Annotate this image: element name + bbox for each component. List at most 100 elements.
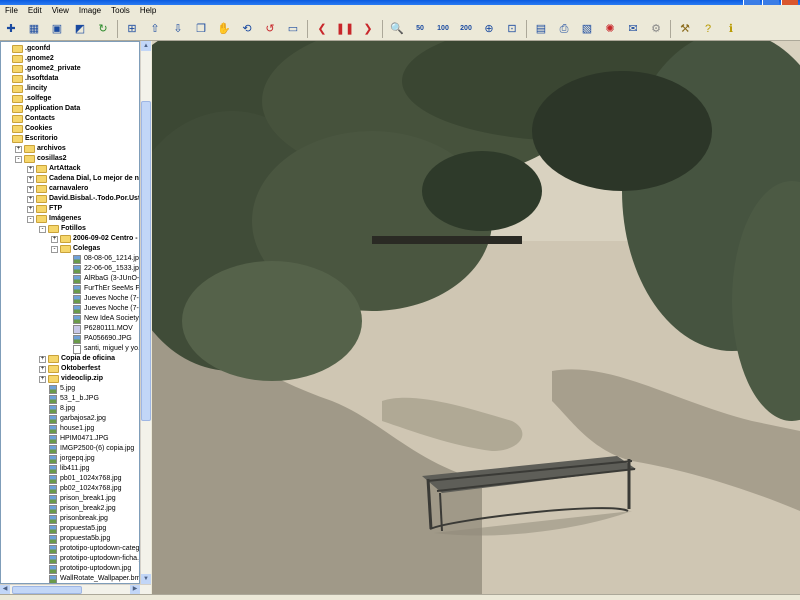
scroll-thumb[interactable] xyxy=(12,586,82,594)
menu-view[interactable]: View xyxy=(47,5,74,17)
thumbnails-icon[interactable]: ▦ xyxy=(25,20,43,38)
tree-folder-item[interactable]: .solfege xyxy=(3,94,51,104)
down-arrow-icon[interactable]: ⇩ xyxy=(169,20,187,38)
menu-edit[interactable]: Edit xyxy=(23,5,47,17)
tree-file-item[interactable]: PA056690.JPG xyxy=(63,334,132,344)
refresh-icon[interactable]: ↻ xyxy=(94,20,112,38)
tree-folder-item[interactable]: + Cadena Dial, Lo mejor de nu xyxy=(27,174,139,184)
settings-icon[interactable]: ✺ xyxy=(601,20,619,38)
tree-file-item[interactable]: AlRbaG (3-JUnO-20 xyxy=(63,274,139,284)
expand-icon[interactable]: + xyxy=(27,165,34,173)
scroll-down-arrow-icon[interactable]: ▼ xyxy=(141,574,151,584)
tree-folder-item[interactable]: + carnavalero xyxy=(27,184,88,194)
tree-file-item[interactable]: santi, miguel y yo.bi xyxy=(63,344,139,354)
tree-folder-item[interactable]: .hsoftdata xyxy=(3,74,58,84)
tree-folder-item[interactable]: Cookies xyxy=(3,124,52,134)
zoom-50-button[interactable]: 50 xyxy=(411,20,429,38)
hand-icon[interactable]: ✋ xyxy=(215,20,233,38)
crop-icon[interactable]: ▭ xyxy=(284,20,302,38)
expand-icon[interactable]: + xyxy=(27,185,34,193)
tree-folder-item[interactable]: .gnome2_private xyxy=(3,64,81,74)
previous-icon[interactable]: ❮ xyxy=(313,20,331,38)
tree-file-item[interactable]: 53_1_b.JPG xyxy=(39,394,99,404)
tree-file-item[interactable]: 22-06-06_1533.jpg xyxy=(63,264,139,274)
collapse-icon[interactable]: - xyxy=(27,215,34,223)
next-icon[interactable]: ❯ xyxy=(359,20,377,38)
fit-window-icon[interactable]: ⊡ xyxy=(503,20,521,38)
zoom-in-icon[interactable]: ⊕ xyxy=(480,20,498,38)
reload-icon[interactable]: ↺ xyxy=(261,20,279,38)
collapse-icon[interactable]: - xyxy=(39,225,46,233)
menu-image[interactable]: Image xyxy=(74,5,106,17)
tree-horizontal-scrollbar[interactable]: ◀ ▶ xyxy=(0,584,151,594)
tree-vertical-scrollbar[interactable]: ▲ ▼ xyxy=(140,41,151,584)
tree-file-item[interactable]: prison_break1.jpg xyxy=(39,494,116,504)
tree-folder-item[interactable]: + Copia de oficina xyxy=(39,354,115,364)
tree-file-item[interactable]: propuesta5b.jpg xyxy=(39,534,110,544)
tree-file-item[interactable]: pb02_1024x768.jpg xyxy=(39,484,122,494)
tree-file-item[interactable]: jorgepq.jpg xyxy=(39,454,95,464)
image-view-icon[interactable]: ▣ xyxy=(48,20,66,38)
tree-file-item[interactable]: 8.jpg xyxy=(39,404,75,414)
tree-folder-item[interactable]: Escritorio xyxy=(3,134,58,144)
menu-help[interactable]: Help xyxy=(135,5,161,17)
tree-file-item[interactable]: garbajosa2.jpg xyxy=(39,414,106,424)
tree-folder-item[interactable]: .gconfd xyxy=(3,44,50,54)
tree-file-item[interactable]: prison_break2.jpg xyxy=(39,504,116,514)
zoom-100-button[interactable]: 100 xyxy=(434,20,452,38)
tree-folder-item[interactable]: .lincity xyxy=(3,84,47,94)
collapse-icon[interactable]: - xyxy=(51,245,58,253)
tree-folder-item[interactable]: - Fotillos xyxy=(39,224,86,234)
tree-file-item[interactable]: house1.jpg xyxy=(39,424,94,434)
tree-folder-item[interactable]: + David.Bisbal.-.Todo.Por.Ust xyxy=(27,194,139,204)
tree-file-item[interactable]: lib411.jpg xyxy=(39,464,89,474)
scroll-thumb[interactable] xyxy=(141,101,151,421)
scroll-left-arrow-icon[interactable]: ◀ xyxy=(0,585,10,594)
tree-folder-item[interactable]: + videoclip.zip xyxy=(39,374,103,384)
tree-folder-item[interactable]: + Oktoberfest xyxy=(39,364,100,374)
expand-icon[interactable]: + xyxy=(39,375,46,383)
tree-file-item[interactable]: Jueves Noche (7-07 xyxy=(63,304,139,314)
tree-folder-item[interactable]: Contacts xyxy=(3,114,55,124)
tree-folder-item[interactable]: + archivos xyxy=(15,144,66,154)
tree-folder-item[interactable]: - Colegas xyxy=(51,244,100,254)
rotate-icon[interactable]: ⟲ xyxy=(238,20,256,38)
tree-file-item[interactable]: P6280111.MOV xyxy=(63,324,133,334)
tree-file-item[interactable]: prisonbreak.jpg xyxy=(39,514,108,524)
fullscreen-icon[interactable]: ◩ xyxy=(71,20,89,38)
info-icon[interactable]: ℹ xyxy=(722,20,740,38)
tree-folder-item[interactable]: + ArtAttack xyxy=(27,164,81,174)
expand-icon[interactable]: + xyxy=(39,355,46,363)
tree-file-item[interactable]: Jueves Noche (7-07 xyxy=(63,294,139,304)
expand-icon[interactable]: + xyxy=(27,205,34,213)
tree-file-item[interactable]: pb01_1024x768.jpg xyxy=(39,474,122,484)
email-icon[interactable]: ✉ xyxy=(624,20,642,38)
copy-icon[interactable]: ❐ xyxy=(192,20,210,38)
print-icon[interactable]: ⎙ xyxy=(555,20,573,38)
menu-tools[interactable]: Tools xyxy=(106,5,135,17)
scroll-up-arrow-icon[interactable]: ▲ xyxy=(141,41,151,51)
scan-icon[interactable]: ▧ xyxy=(578,20,596,38)
tree-file-item[interactable]: propuesta5.jpg xyxy=(39,524,106,534)
tree-file-item[interactable]: New IdeA Society 0 xyxy=(63,314,139,324)
help-icon[interactable]: ? xyxy=(699,20,717,38)
scroll-right-arrow-icon[interactable]: ▶ xyxy=(130,585,140,594)
tree-file-item[interactable]: 08-08-06_1214.jpg xyxy=(63,254,139,264)
tree-file-item[interactable]: prototipo-uptodown-ficha.jp xyxy=(39,554,139,564)
tree-file-item[interactable]: 5.jpg xyxy=(39,384,75,394)
expand-icon[interactable]: + xyxy=(15,145,22,153)
expand-icon[interactable]: + xyxy=(27,175,34,183)
expand-icon[interactable]: + xyxy=(39,365,46,373)
tree-file-item[interactable]: WallRotate_Wallpaper.bmp xyxy=(39,574,139,583)
slideshow-icon[interactable]: ▤ xyxy=(532,20,550,38)
pause-icon[interactable]: ❚❚ xyxy=(336,20,354,38)
zoom-icon[interactable]: 🔍 xyxy=(388,20,406,38)
tree-file-item[interactable]: prototipo-uptodown-catego xyxy=(39,544,139,554)
expand-icon[interactable]: + xyxy=(51,235,58,243)
tree-file-item[interactable]: prototipo-uptodown.jpg xyxy=(39,564,131,574)
image-viewer[interactable] xyxy=(152,41,800,594)
tree-folder-item[interactable]: +2006-09-02 Centro - xyxy=(51,234,138,244)
tools-icon[interactable]: ⚒ xyxy=(676,20,694,38)
up-arrow-icon[interactable]: ⇧ xyxy=(146,20,164,38)
tree-folder-item[interactable]: .gnome2 xyxy=(3,54,54,64)
